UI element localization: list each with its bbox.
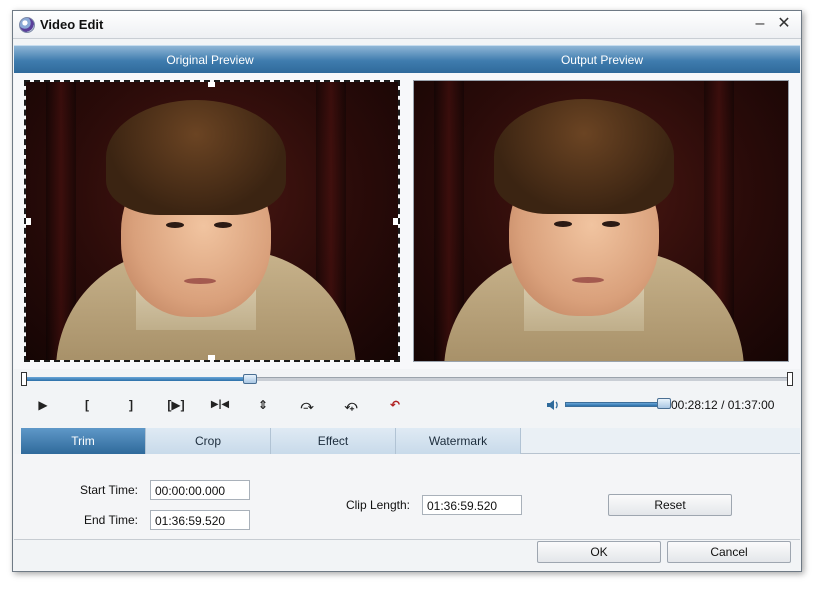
- clip-length-label: Clip Length:: [345, 498, 410, 512]
- set-end-button[interactable]: ]: [119, 393, 143, 417]
- current-time: 00:28:12: [671, 398, 718, 412]
- minimize-button[interactable]: –: [749, 14, 771, 34]
- reset-button[interactable]: Reset: [608, 494, 732, 516]
- output-preview-frame: [413, 80, 789, 362]
- start-time-label: Start Time:: [79, 483, 138, 497]
- original-preview-frame[interactable]: [24, 80, 400, 362]
- preview-area: [14, 73, 800, 369]
- total-time: 01:37:00: [727, 398, 775, 412]
- end-time-field[interactable]: 01:36:59.520: [150, 510, 250, 530]
- start-marker[interactable]: [21, 372, 27, 386]
- end-time-label: End Time:: [83, 513, 138, 527]
- volume-icon[interactable]: [545, 397, 561, 413]
- crop-handle-right[interactable]: [393, 218, 398, 225]
- tab-crop[interactable]: Crop: [146, 428, 271, 454]
- crop-handle-top[interactable]: [208, 82, 215, 87]
- flip-vertical-button[interactable]: ⇕: [251, 393, 275, 417]
- trim-panel: Start Time: 00:00:00.000 End Time: 01:36…: [14, 454, 800, 540]
- close-button[interactable]: ✕: [773, 14, 795, 34]
- playback-controls: ▶ [ ] [▶] ▶|◀ ⇕ ⤼ ⤽ ↶ 00:28:12 / 01:37:0…: [21, 393, 793, 417]
- video-frame-image: [414, 81, 788, 361]
- rotate-right-button[interactable]: ⤼: [295, 393, 319, 417]
- next-frame-button[interactable]: [▶]: [161, 393, 191, 417]
- timeline-progress: [25, 377, 251, 381]
- crop-handle-left[interactable]: [26, 218, 31, 225]
- set-start-button[interactable]: [: [75, 393, 99, 417]
- time-separator: /: [721, 398, 725, 412]
- output-preview-label: Output Preview: [560, 53, 644, 67]
- time-readout: 00:28:12 / 01:37:00: [671, 398, 791, 412]
- crop-handle-bottom[interactable]: [208, 355, 215, 360]
- video-edit-window: Video Edit – ✕ Original Preview Output P…: [12, 10, 802, 572]
- play-button[interactable]: ▶: [31, 393, 55, 417]
- title-bar: Video Edit – ✕: [13, 11, 801, 39]
- undo-button[interactable]: ↶: [383, 393, 407, 417]
- end-marker[interactable]: [787, 372, 793, 386]
- ok-button[interactable]: OK: [537, 541, 661, 563]
- edit-tabs: Trim Crop Effect Watermark: [21, 428, 800, 454]
- tab-trim[interactable]: Trim: [21, 428, 146, 454]
- original-preview-label: Original Preview: [166, 53, 254, 67]
- tab-effect[interactable]: Effect: [271, 428, 396, 454]
- timeline-slider[interactable]: [21, 372, 793, 386]
- clip-length-field: 01:36:59.520: [422, 495, 522, 515]
- rotate-left-button[interactable]: ⤽: [339, 393, 363, 417]
- timeline-thumb[interactable]: [243, 374, 258, 384]
- app-disc-icon: [19, 17, 35, 33]
- start-time-field[interactable]: 00:00:00.000: [150, 480, 250, 500]
- cancel-button[interactable]: Cancel: [667, 541, 791, 563]
- window-title: Video Edit: [40, 17, 104, 32]
- split-button[interactable]: ▶|◀: [205, 393, 235, 417]
- preview-header: Original Preview Output Preview: [14, 45, 800, 73]
- video-frame-image: [26, 82, 398, 360]
- volume-slider[interactable]: [565, 402, 663, 407]
- volume-thumb[interactable]: [657, 398, 671, 409]
- tab-watermark[interactable]: Watermark: [396, 428, 521, 454]
